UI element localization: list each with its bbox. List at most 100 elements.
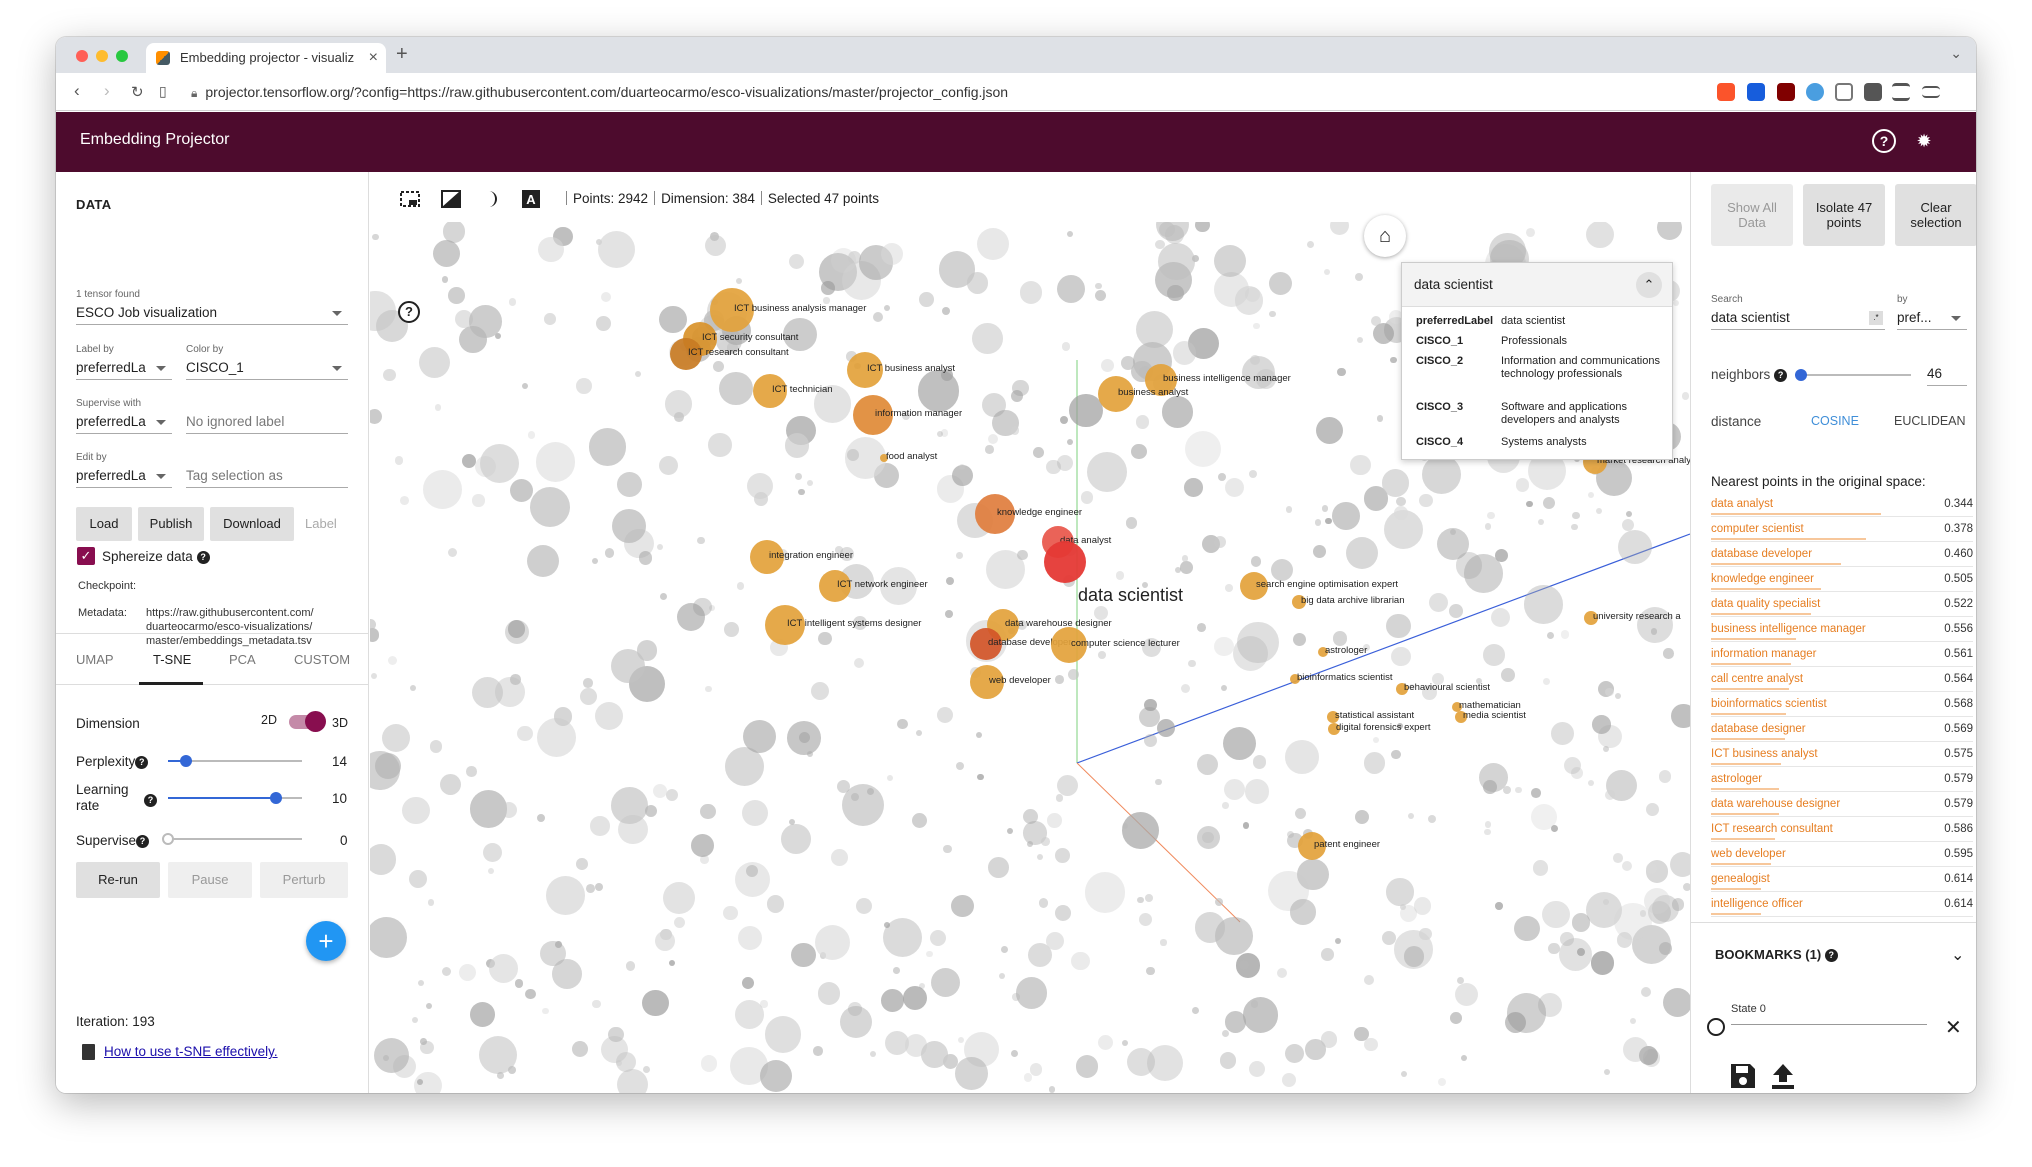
data-point[interactable] — [441, 966, 451, 976]
data-point[interactable] — [1276, 968, 1287, 979]
browser-menu-icon[interactable] — [1922, 86, 1940, 98]
data-point[interactable] — [423, 470, 462, 510]
data-point[interactable] — [589, 428, 627, 466]
data-point[interactable] — [409, 869, 428, 888]
data-point[interactable] — [592, 999, 601, 1009]
data-point[interactable] — [1019, 281, 1043, 304]
nearest-point-row[interactable]: call centre analyst 0.564 — [1711, 671, 1973, 696]
data-point[interactable] — [1662, 987, 1690, 1017]
nearest-point-name[interactable]: computer scientist — [1711, 523, 1804, 535]
data-point[interactable] — [693, 597, 712, 617]
data-point[interactable] — [1214, 636, 1234, 657]
data-point[interactable] — [1532, 860, 1549, 876]
minimize-window-icon[interactable] — [96, 50, 108, 62]
data-point[interactable] — [604, 548, 615, 558]
help-icon[interactable]: ? — [196, 551, 210, 564]
data-point[interactable] — [1587, 779, 1594, 786]
data-point[interactable] — [841, 783, 884, 826]
data-point[interactable] — [1542, 496, 1556, 510]
pocket-icon[interactable] — [1835, 83, 1853, 101]
new-tab-icon[interactable]: + — [396, 43, 408, 66]
data-point[interactable] — [1449, 1012, 1462, 1024]
data-point[interactable] — [544, 312, 557, 325]
data-point[interactable] — [1048, 1086, 1055, 1093]
nearest-point-name[interactable]: ICT research consultant — [1711, 823, 1833, 835]
data-point[interactable] — [1682, 882, 1690, 892]
data-point[interactable] — [742, 799, 769, 826]
data-point[interactable] — [1285, 740, 1319, 774]
collapse-chevron-up-icon[interactable]: ⌃ — [1636, 272, 1662, 298]
nearest-point-row[interactable]: web developer 0.595 — [1711, 846, 1973, 871]
help-icon[interactable]: ? — [136, 835, 150, 848]
data-point[interactable] — [735, 1000, 764, 1029]
close-window-icon[interactable] — [76, 50, 88, 62]
chevron-down-icon[interactable]: ⌄ — [1951, 945, 1964, 965]
data-point[interactable] — [583, 678, 593, 688]
nearest-point-row[interactable]: astrologer 0.579 — [1711, 771, 1973, 796]
data-point[interactable] — [1054, 904, 1071, 921]
nearest-point-row[interactable]: data analyst 0.344 — [1711, 496, 1973, 521]
data-point[interactable] — [434, 403, 442, 411]
data-point[interactable] — [958, 1036, 965, 1043]
label-by-select[interactable]: preferredLa — [76, 358, 172, 380]
sphereize-checkbox[interactable]: ✓ — [77, 547, 95, 565]
address-bar[interactable]: 🔒︎ projector.tensorflow.org/?config=https… — [191, 79, 1761, 105]
data-point[interactable] — [1658, 770, 1672, 783]
tab-close-icon[interactable]: × — [369, 43, 378, 73]
data-point[interactable] — [930, 929, 947, 946]
data-point[interactable] — [482, 842, 502, 862]
data-point[interactable] — [1172, 341, 1196, 365]
help-icon[interactable]: ? — [1774, 369, 1788, 382]
data-point[interactable] — [1054, 848, 1070, 863]
data-point[interactable] — [1194, 912, 1226, 943]
data-point[interactable] — [447, 547, 458, 558]
data-point[interactable] — [527, 431, 536, 439]
data-point[interactable] — [788, 253, 804, 270]
data-point[interactable] — [1400, 1070, 1407, 1077]
data-point[interactable] — [594, 882, 603, 891]
cosine-option[interactable]: COSINE — [1811, 414, 1859, 428]
data-point[interactable] — [1550, 824, 1558, 832]
data-point[interactable] — [831, 849, 849, 866]
data-point[interactable] — [1602, 898, 1609, 906]
data-point[interactable] — [615, 1051, 636, 1073]
data-point[interactable] — [1080, 490, 1094, 504]
data-point[interactable] — [526, 545, 559, 578]
select-rectangle-icon[interactable] — [400, 190, 420, 208]
bookmark-state-name[interactable]: State 0 — [1731, 1003, 1766, 1015]
data-point[interactable] — [1000, 946, 1008, 954]
data-point[interactable] — [700, 1055, 718, 1072]
data-point[interactable] — [1614, 693, 1621, 700]
data-point[interactable] — [674, 411, 685, 422]
data-point[interactable] — [1487, 511, 1495, 520]
data-point[interactable] — [1364, 975, 1374, 985]
neighbors-input[interactable]: 46 — [1927, 364, 1967, 386]
data-point[interactable] — [418, 979, 425, 986]
data-point[interactable] — [1242, 997, 1279, 1034]
nearest-point-name[interactable]: ICT business analyst — [1711, 748, 1818, 760]
data-point[interactable] — [1571, 523, 1578, 530]
help-icon[interactable]: ? — [398, 301, 420, 323]
data-point[interactable] — [516, 725, 533, 742]
data-point[interactable] — [847, 449, 859, 461]
data-point[interactable] — [1248, 1060, 1265, 1077]
data-point[interactable] — [1156, 718, 1175, 738]
bookmark-page-icon[interactable]: ▯ — [159, 83, 167, 100]
tsne-help-link[interactable]: How to use t-SNE effectively. — [104, 1044, 278, 1059]
data-point[interactable] — [941, 306, 950, 316]
tab-custom[interactable]: CUSTOM — [294, 652, 350, 667]
data-point[interactable] — [402, 796, 430, 825]
data-point[interactable] — [1292, 632, 1306, 647]
nearest-point-name[interactable]: knowledge engineer — [1711, 573, 1814, 585]
edit-by-select[interactable]: preferredLa — [76, 466, 172, 488]
data-point[interactable] — [988, 857, 1009, 878]
data-point[interactable] — [921, 1041, 948, 1069]
data-point[interactable] — [1323, 268, 1330, 275]
data-point[interactable] — [508, 1065, 516, 1074]
add-bookmark-button[interactable]: + — [306, 921, 346, 961]
data-point[interactable] — [590, 816, 610, 836]
supervise-slider[interactable] — [168, 838, 302, 840]
extension-blue-icon[interactable] — [1806, 83, 1824, 101]
data-point[interactable] — [382, 368, 396, 382]
help-icon[interactable]: ? — [1824, 949, 1838, 962]
